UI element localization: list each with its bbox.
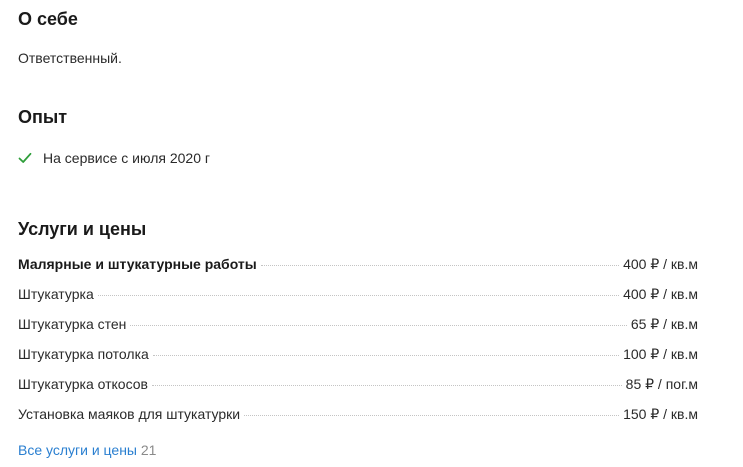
price-row-painting: Малярные и штукатурные работы 400 ₽ / кв… [18,256,698,286]
dotted-leader [244,415,620,416]
dotted-leader [130,325,627,326]
dotted-leader [260,265,620,266]
service-price: 150 ₽ / кв.м [623,406,698,422]
service-name: Установка маяков для штукатурки [18,406,241,422]
service-name: Штукатурка потолка [18,346,149,362]
about-title: О себе [18,9,78,29]
dotted-leader [151,385,622,386]
dotted-leader [97,295,620,296]
service-price: 100 ₽ / кв.м [623,346,698,362]
dotted-leader [152,355,620,356]
all-services: Все услуги и цены 21 [18,440,156,460]
services-title: Услуги и цены [18,219,147,239]
about-text: Ответственный. [18,50,122,66]
service-name: Штукатурка стен [18,316,127,332]
experience-item: На сервисе с июля 2020 г [18,148,210,168]
service-name: Штукатурка [18,286,94,302]
service-price: 85 ₽ / пог.м [625,376,698,392]
all-services-link[interactable]: Все услуги и цены [18,442,137,458]
price-row-ceiling-plaster: Штукатурка потолка 100 ₽ / кв.м [18,346,698,376]
price-row-wall-plaster: Штукатурка стен 65 ₽ / кв.м [18,316,698,346]
price-row-plaster: Штукатурка 400 ₽ / кв.м [18,286,698,316]
service-name: Малярные и штукатурные работы [18,256,257,272]
service-price: 400 ₽ / кв.м [623,286,698,302]
service-name: Штукатурка откосов [18,376,148,392]
price-row-slopes-plaster: Штукатурка откосов 85 ₽ / пог.м [18,376,698,406]
price-row-beacons: Установка маяков для штукатурки 150 ₽ / … [18,406,698,436]
experience-title: Опыт [18,107,68,127]
all-services-count: 21 [140,442,157,458]
service-price: 400 ₽ / кв.м [623,256,698,272]
service-price: 65 ₽ / кв.м [630,316,698,332]
check-icon [18,152,32,163]
price-list: Малярные и штукатурные работы 400 ₽ / кв… [18,256,698,436]
experience-item-text: На сервисе с июля 2020 г [43,150,210,166]
